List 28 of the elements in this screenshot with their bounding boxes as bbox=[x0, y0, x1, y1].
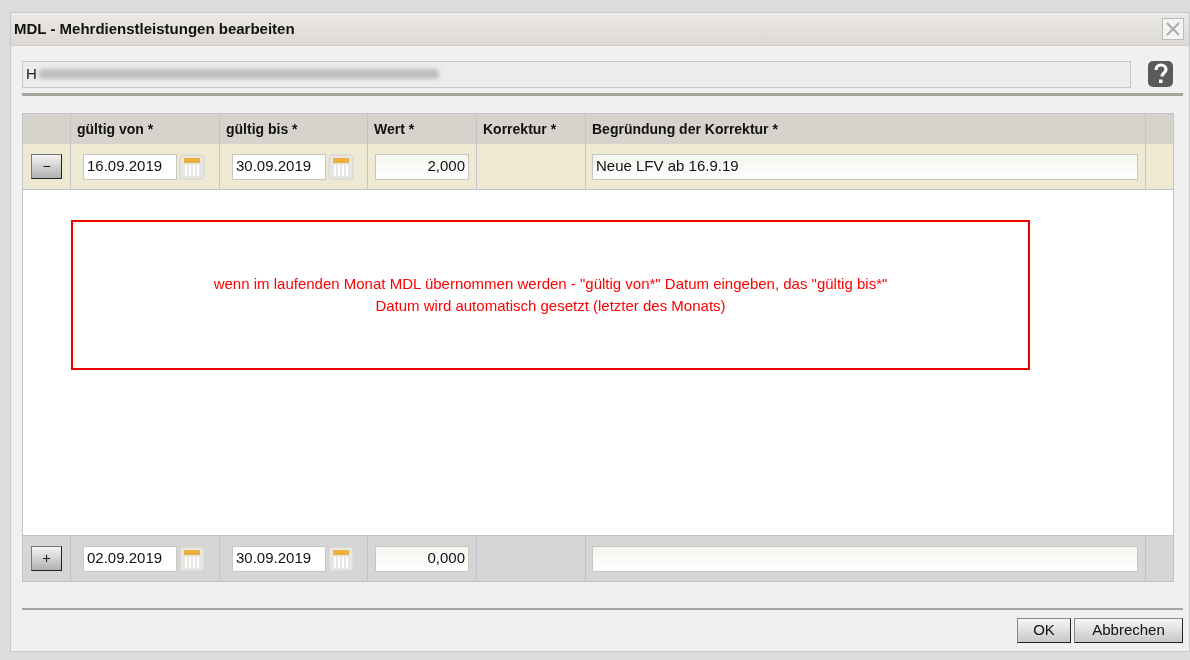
column-header: gültig bis * bbox=[226, 119, 298, 139]
date-field[interactable]: 16.09.2019 bbox=[83, 153, 177, 180]
column-header: Begründung der Korrektur * bbox=[592, 119, 778, 139]
annotation-text: wenn im laufenden Monat MDL übernommen werden - "gültig von*" Datum eingeben, das "gültig bis*" Datum wird automatisch gesetzt (letzter des Monats) bbox=[212, 274, 889, 316]
calendar-icon[interactable] bbox=[179, 545, 205, 572]
column-header: gültig von * bbox=[77, 119, 154, 139]
close-icon bbox=[1165, 21, 1181, 37]
field-value: H bbox=[26, 63, 37, 84]
column-header: Wert * bbox=[374, 119, 415, 139]
date-field[interactable]: 30.09.2019 bbox=[232, 153, 326, 180]
name-field[interactable]: H bbox=[22, 60, 1131, 88]
close-button[interactable] bbox=[1162, 18, 1184, 40]
help-icon[interactable] bbox=[1147, 60, 1174, 88]
calendar-icon[interactable] bbox=[179, 153, 205, 180]
window-title: MDL - Mehrdienstleistungen bearbeiten bbox=[14, 18, 295, 39]
cancel-button[interactable]: Abbrechen bbox=[1074, 618, 1183, 643]
date-field[interactable]: 30.09.2019 bbox=[232, 545, 326, 572]
calendar-icon[interactable] bbox=[328, 545, 354, 572]
value-field[interactable]: 0,000 bbox=[375, 545, 469, 572]
date-field[interactable]: 02.09.2019 bbox=[83, 545, 177, 572]
remove-row-button[interactable]: − bbox=[31, 154, 62, 179]
calendar-icon[interactable] bbox=[328, 153, 354, 180]
ok-button[interactable]: OK bbox=[1017, 618, 1071, 643]
reason-field[interactable]: Neue LFV ab 16.9.19 bbox=[592, 153, 1138, 180]
column-header: Korrektur * bbox=[483, 119, 557, 139]
add-row-button[interactable]: + bbox=[31, 546, 62, 571]
value-field[interactable]: 2,000 bbox=[375, 153, 469, 180]
reason-field[interactable] bbox=[592, 545, 1138, 572]
